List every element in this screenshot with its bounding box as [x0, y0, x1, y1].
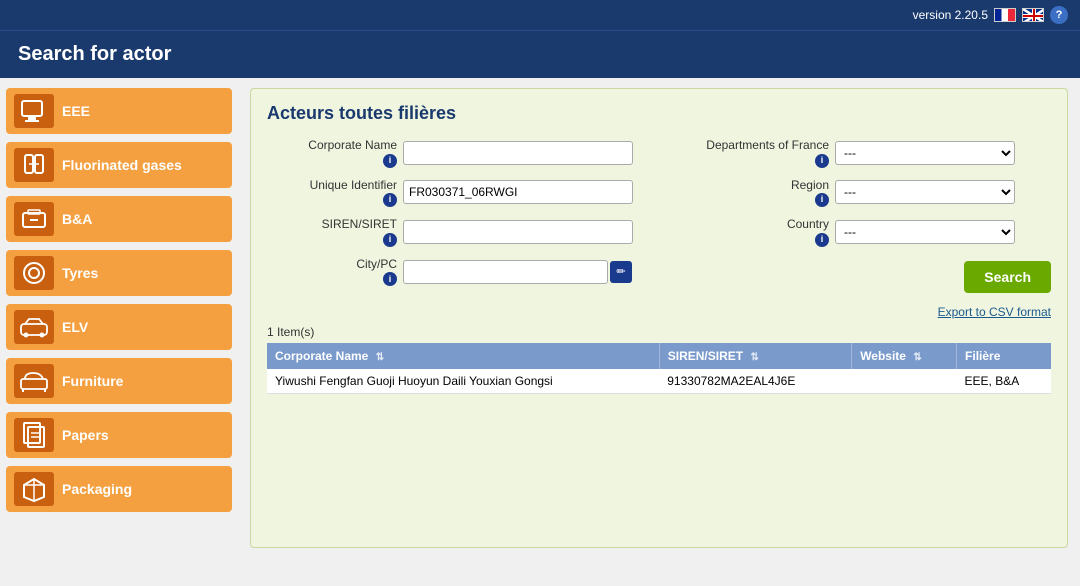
page-header: Search for actor [0, 30, 1080, 78]
main-panel: Acteurs toutes filières Corporate Name i [238, 78, 1080, 586]
flag-fr-icon[interactable] [994, 8, 1016, 22]
siren-label-block: SIREN/SIRET i [267, 217, 397, 247]
sidebar-label-fluorinated: Fluorinated gases [62, 157, 182, 174]
export-csv-link[interactable]: Export to CSV format [938, 305, 1051, 319]
region-label-block: Region i [669, 178, 829, 208]
sidebar-label-packaging: Packaging [62, 481, 132, 498]
country-row: Country i --- [669, 217, 1051, 247]
corporate-name-label: Corporate Name [308, 138, 397, 154]
unique-id-row: Unique Identifier i [267, 178, 649, 208]
col-siren[interactable]: SIREN/SIRET ⇅ [659, 343, 851, 369]
flag-uk-icon[interactable] [1022, 8, 1044, 22]
fluorinated-icon [14, 148, 54, 182]
col-website[interactable]: Website ⇅ [852, 343, 957, 369]
region-info-icon[interactable]: i [815, 193, 829, 207]
sidebar-label-furniture: Furniture [62, 373, 123, 390]
col-website-label: Website [860, 349, 906, 363]
results-tbody: Yiwushi Fengfan Guoji Huoyun Daili Youxi… [267, 369, 1051, 394]
tyres-icon [14, 256, 54, 290]
unique-id-info-icon[interactable]: i [383, 193, 397, 207]
panel-box: Acteurs toutes filières Corporate Name i [250, 88, 1068, 548]
table-header-row: Corporate Name ⇅ SIREN/SIRET ⇅ Website ⇅ [267, 343, 1051, 369]
sort-icon-corporate: ⇅ [376, 352, 384, 363]
cell-filiere: EEE, B&A [957, 369, 1051, 394]
corporate-name-input[interactable] [403, 141, 633, 165]
sidebar-item-elv[interactable]: ELV [6, 304, 232, 350]
col-filiere-label: Filière [965, 349, 1000, 363]
city-input-group: ✏ [403, 260, 632, 284]
sidebar-label-tyres: Tyres [62, 265, 98, 282]
city-row: City/PC i ✏ [267, 257, 649, 287]
corporate-name-label-block: Corporate Name i [267, 138, 397, 168]
country-select[interactable]: --- [835, 220, 1015, 244]
country-label: Country [787, 217, 829, 233]
city-label: City/PC [356, 257, 397, 273]
siren-row: SIREN/SIRET i [267, 217, 649, 247]
sort-icon-website: ⇅ [913, 352, 921, 363]
corporate-name-info-icon[interactable]: i [383, 154, 397, 168]
unique-id-label: Unique Identifier [310, 178, 397, 194]
siren-input[interactable] [403, 220, 633, 244]
sidebar-item-furniture[interactable]: Furniture [6, 358, 232, 404]
sidebar-item-tyres[interactable]: Tyres [6, 250, 232, 296]
sidebar-item-papers[interactable]: Papers [6, 412, 232, 458]
country-info-icon[interactable]: i [815, 233, 829, 247]
depts-label-block: Departments of France i [669, 138, 829, 168]
cell-corporate_name: Yiwushi Fengfan Guoji Huoyun Daili Youxi… [267, 369, 659, 394]
sidebar-item-ba[interactable]: B&A [6, 196, 232, 242]
ba-icon [14, 202, 54, 236]
sidebar-label-papers: Papers [62, 427, 109, 444]
papers-icon [14, 418, 54, 452]
sidebar-label-ba: B&A [62, 211, 92, 228]
sidebar-item-fluorinated[interactable]: Fluorinated gases [6, 142, 232, 188]
eee-icon [14, 94, 54, 128]
col-filiere[interactable]: Filière [957, 343, 1051, 369]
version-label: version 2.20.5 [913, 8, 988, 22]
region-label: Region [791, 178, 829, 194]
top-bar: version 2.20.5 ? [0, 0, 1080, 30]
results-table: Corporate Name ⇅ SIREN/SIRET ⇅ Website ⇅ [267, 343, 1051, 394]
help-icon[interactable]: ? [1050, 6, 1068, 24]
cell-website [852, 369, 957, 394]
packaging-icon [14, 472, 54, 506]
city-edit-button[interactable]: ✏ [610, 261, 632, 283]
sidebar-item-eee[interactable]: EEE [6, 88, 232, 134]
page-title: Search for actor [18, 43, 171, 65]
form-right: Departments of France i --- Region i [669, 138, 1051, 296]
country-label-block: Country i [669, 217, 829, 247]
sidebar-label-elv: ELV [62, 319, 88, 336]
furniture-icon [14, 364, 54, 398]
city-label-block: City/PC i [267, 257, 397, 287]
elv-icon [14, 310, 54, 344]
table-row[interactable]: Yiwushi Fengfan Guoji Huoyun Daili Youxi… [267, 369, 1051, 394]
item-count: 1 Item(s) [267, 325, 1051, 339]
panel-title: Acteurs toutes filières [267, 103, 1051, 124]
siren-label: SIREN/SIRET [322, 217, 397, 233]
sidebar-label-eee: EEE [62, 103, 90, 120]
search-form: Corporate Name i Unique Identifier i [267, 138, 1051, 296]
city-input[interactable] [403, 260, 608, 284]
unique-id-input[interactable] [403, 180, 633, 204]
col-corporate-name-label: Corporate Name [275, 349, 368, 363]
depts-label: Departments of France [706, 138, 829, 154]
cell-siren: 91330782MA2EAL4J6E [659, 369, 851, 394]
depts-info-icon[interactable]: i [815, 154, 829, 168]
depts-select[interactable]: --- [835, 141, 1015, 165]
form-left: Corporate Name i Unique Identifier i [267, 138, 649, 296]
sidebar: EEE Fluorinated gases B&A Tyres ELV [0, 78, 238, 586]
unique-id-label-block: Unique Identifier i [267, 178, 397, 208]
city-info-icon[interactable]: i [383, 272, 397, 286]
region-row: Region i --- [669, 178, 1051, 208]
sort-icon-siren: ⇅ [750, 352, 758, 363]
sidebar-item-packaging[interactable]: Packaging [6, 466, 232, 512]
search-button[interactable]: Search [964, 261, 1051, 293]
corporate-name-row: Corporate Name i [267, 138, 649, 168]
siren-info-icon[interactable]: i [383, 233, 397, 247]
col-corporate-name[interactable]: Corporate Name ⇅ [267, 343, 659, 369]
content-area: EEE Fluorinated gases B&A Tyres ELV [0, 78, 1080, 586]
depts-row: Departments of France i --- [669, 138, 1051, 168]
export-link-container: Export to CSV format [267, 304, 1051, 319]
region-select[interactable]: --- [835, 180, 1015, 204]
col-siren-label: SIREN/SIRET [668, 349, 743, 363]
